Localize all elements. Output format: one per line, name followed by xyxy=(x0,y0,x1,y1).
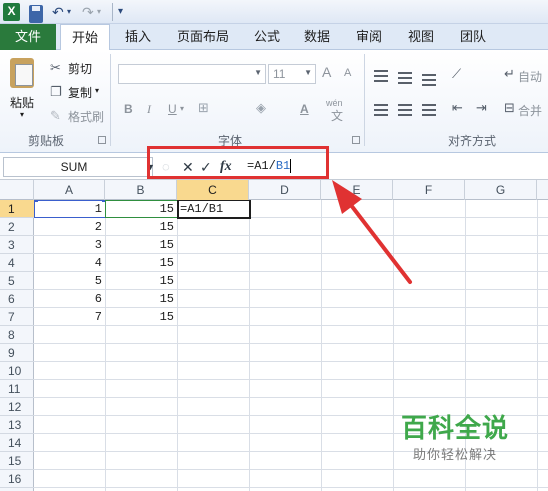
watermark-title: 百科全说 xyxy=(400,413,509,443)
watermark-subtitle: 助你轻松解决 xyxy=(412,447,497,462)
watermark: 百科全说 助你轻松解决 xyxy=(384,408,526,468)
